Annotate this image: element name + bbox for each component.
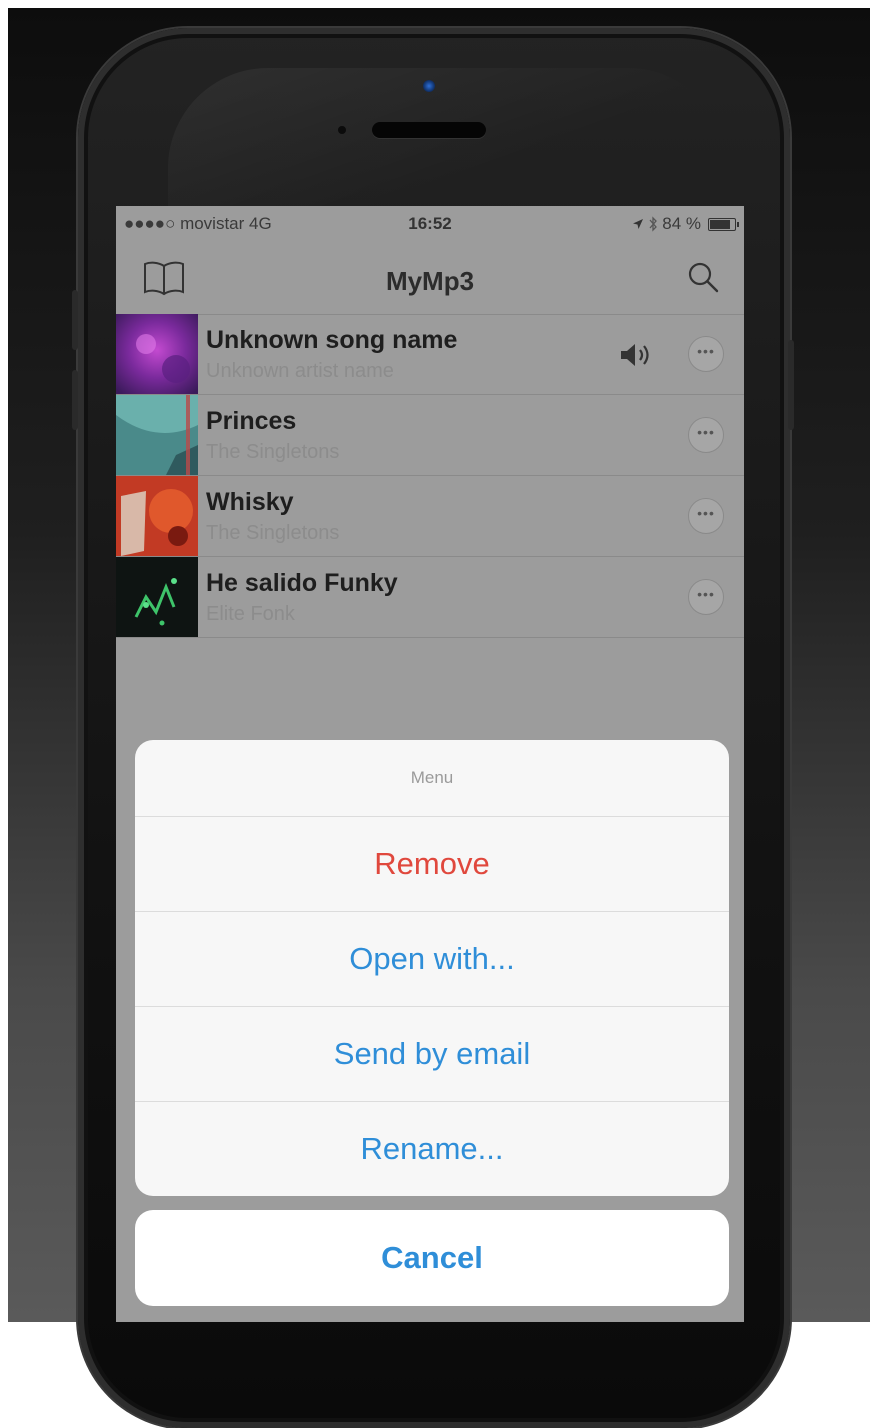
song-title: Unknown song name bbox=[206, 326, 458, 354]
album-art bbox=[116, 314, 198, 394]
status-bar: ●●●●○ movistar 4G 16:52 84 % bbox=[116, 206, 744, 242]
send-by-email-button[interactable]: Send by email bbox=[135, 1007, 729, 1102]
song-artist: The Singletons bbox=[206, 522, 340, 544]
phone-side-button bbox=[72, 370, 78, 430]
album-art bbox=[116, 476, 198, 556]
album-art bbox=[116, 395, 198, 475]
album-art bbox=[116, 557, 198, 637]
battery-icon bbox=[708, 217, 739, 231]
song-artist: The Singletons bbox=[206, 441, 340, 463]
song-row[interactable]: He salido Funky Elite Fonk ••• bbox=[116, 557, 744, 638]
proximity-sensor bbox=[338, 126, 346, 134]
speaker-playing-icon bbox=[621, 344, 649, 366]
search-icon[interactable] bbox=[686, 260, 720, 294]
action-sheet: Menu Remove Open with... Send by email R… bbox=[135, 740, 729, 1196]
more-options-button[interactable]: ••• bbox=[688, 498, 724, 534]
phone-screen: ●●●●○ movistar 4G 16:52 84 % MyMp3 Unkno… bbox=[116, 206, 744, 1322]
song-artist: Unknown artist name bbox=[206, 360, 394, 382]
more-options-button[interactable]: ••• bbox=[688, 417, 724, 453]
status-right: 84 % bbox=[632, 214, 739, 234]
song-artist: Elite Fonk bbox=[206, 603, 295, 625]
song-row[interactable]: Whisky The Singletons ••• bbox=[116, 476, 744, 557]
battery-percentage: 84 % bbox=[662, 214, 701, 233]
bluetooth-icon bbox=[649, 216, 658, 232]
more-options-button[interactable]: ••• bbox=[688, 579, 724, 615]
song-list: Unknown song name Unknown artist name ••… bbox=[116, 314, 744, 638]
remove-button[interactable]: Remove bbox=[135, 817, 729, 912]
navigation-bar: MyMp3 bbox=[116, 242, 744, 315]
song-row[interactable]: Unknown song name Unknown artist name ••… bbox=[116, 314, 744, 395]
song-title: Princes bbox=[206, 407, 297, 435]
phone-power-button bbox=[788, 340, 794, 430]
front-camera bbox=[423, 80, 435, 92]
phone-sheen bbox=[168, 68, 728, 228]
rename-button[interactable]: Rename... bbox=[135, 1102, 729, 1196]
song-title: Whisky bbox=[206, 488, 294, 516]
song-row[interactable]: Princes The Singletons ••• bbox=[116, 395, 744, 476]
open-with-button[interactable]: Open with... bbox=[135, 912, 729, 1007]
cancel-button[interactable]: Cancel bbox=[135, 1210, 729, 1306]
page-title: MyMp3 bbox=[385, 266, 475, 296]
phone-side-button bbox=[72, 290, 78, 350]
more-options-button[interactable]: ••• bbox=[688, 336, 724, 372]
earpiece-speaker bbox=[372, 122, 486, 138]
action-sheet-title: Menu bbox=[135, 740, 729, 817]
location-arrow-icon bbox=[633, 219, 644, 229]
song-title: He salido Funky bbox=[206, 569, 398, 597]
